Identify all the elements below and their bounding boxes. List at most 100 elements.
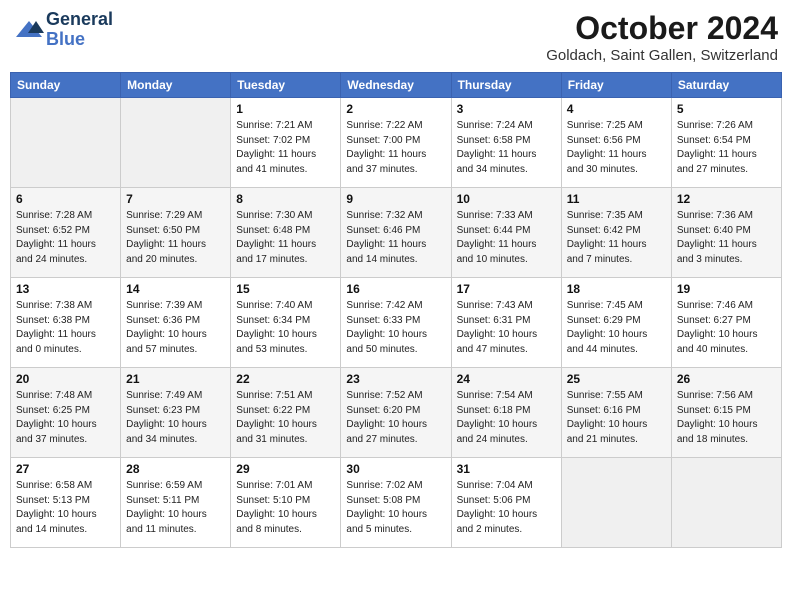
day-info: Sunrise: 7:48 AM Sunset: 6:25 PM Dayligh…: [16, 389, 115, 447]
weekday-header-thursday: Thursday: [451, 73, 561, 98]
day-number: 14: [126, 282, 225, 296]
day-number: 13: [16, 282, 115, 296]
calendar-cell: [561, 458, 671, 548]
day-info: Sunrise: 7:30 AM Sunset: 6:48 PM Dayligh…: [236, 209, 335, 267]
calendar-cell: [121, 98, 231, 188]
day-number: 3: [457, 102, 556, 116]
weekday-header-friday: Friday: [561, 73, 671, 98]
weekday-header-sunday: Sunday: [11, 73, 121, 98]
day-number: 7: [126, 192, 225, 206]
day-info: Sunrise: 7:32 AM Sunset: 6:46 PM Dayligh…: [346, 209, 445, 267]
calendar-week-row: 20 Sunrise: 7:48 AM Sunset: 6:25 PM Dayli…: [11, 368, 782, 458]
day-info: Sunrise: 7:51 AM Sunset: 6:22 PM Dayligh…: [236, 389, 335, 447]
calendar-week-row: 27 Sunrise: 6:58 AM Sunset: 5:13 PM Dayli…: [11, 458, 782, 548]
day-info: Sunrise: 7:39 AM Sunset: 6:36 PM Dayligh…: [126, 299, 225, 357]
day-info: Sunrise: 6:58 AM Sunset: 5:13 PM Dayligh…: [16, 479, 115, 537]
day-number: 11: [567, 192, 666, 206]
day-info: Sunrise: 7:56 AM Sunset: 6:15 PM Dayligh…: [677, 389, 776, 447]
day-info: Sunrise: 7:04 AM Sunset: 5:06 PM Dayligh…: [457, 479, 556, 537]
calendar-week-row: 13 Sunrise: 7:38 AM Sunset: 6:38 PM Dayli…: [11, 278, 782, 368]
day-number: 19: [677, 282, 776, 296]
calendar-cell: 19Sunrise: 7:46 AM Sunset: 6:27 PM Dayli…: [671, 278, 781, 368]
day-number: 22: [236, 372, 335, 386]
day-info: Sunrise: 7:36 AM Sunset: 6:40 PM Dayligh…: [677, 209, 776, 267]
day-number: 8: [236, 192, 335, 206]
day-number: 20: [16, 372, 115, 386]
day-info: Sunrise: 7:21 AM Sunset: 7:02 PM Dayligh…: [236, 119, 335, 177]
weekday-header-wednesday: Wednesday: [341, 73, 451, 98]
calendar-cell: [671, 458, 781, 548]
day-info: Sunrise: 7:24 AM Sunset: 6:58 PM Dayligh…: [457, 119, 556, 177]
calendar-cell: 16Sunrise: 7:42 AM Sunset: 6:33 PM Dayli…: [341, 278, 451, 368]
calendar-table: SundayMondayTuesdayWednesdayThursdayFrid…: [10, 72, 782, 548]
calendar-cell: 9 Sunrise: 7:32 AM Sunset: 6:46 PM Daylig…: [341, 188, 451, 278]
calendar-cell: 10 Sunrise: 7:33 AM Sunset: 6:44 PM Dayli…: [451, 188, 561, 278]
calendar-cell: 13 Sunrise: 7:38 AM Sunset: 6:38 PM Dayli…: [11, 278, 121, 368]
calendar-cell: 1 Sunrise: 7:21 AM Sunset: 7:02 PM Daylig…: [231, 98, 341, 188]
day-number: 29: [236, 462, 335, 476]
day-info: Sunrise: 7:01 AM Sunset: 5:10 PM Dayligh…: [236, 479, 335, 537]
day-number: 31: [457, 462, 556, 476]
calendar-cell: 15 Sunrise: 7:40 AM Sunset: 6:34 PM Dayli…: [231, 278, 341, 368]
day-info: Sunrise: 7:26 AM Sunset: 6:54 PM Dayligh…: [677, 119, 776, 177]
day-info: Sunrise: 7:29 AM Sunset: 6:50 PM Dayligh…: [126, 209, 225, 267]
day-info: Sunrise: 7:22 AM Sunset: 7:00 PM Dayligh…: [346, 119, 445, 177]
day-number: 27: [16, 462, 115, 476]
calendar-cell: 31 Sunrise: 7:04 AM Sunset: 5:06 PM Dayli…: [451, 458, 561, 548]
weekday-header-tuesday: Tuesday: [231, 73, 341, 98]
calendar-cell: 25 Sunrise: 7:55 AM Sunset: 6:16 PM Dayli…: [561, 368, 671, 458]
day-info: Sunrise: 7:33 AM Sunset: 6:44 PM Dayligh…: [457, 209, 556, 267]
logo: General Blue: [14, 10, 113, 50]
calendar-cell: 6 Sunrise: 7:28 AM Sunset: 6:52 PM Daylig…: [11, 188, 121, 278]
calendar-cell: 11Sunrise: 7:35 AM Sunset: 6:42 PM Dayli…: [561, 188, 671, 278]
calendar-cell: 28Sunrise: 6:59 AM Sunset: 5:11 PM Dayli…: [121, 458, 231, 548]
page-header: General Blue October 2024 Goldach, Saint…: [10, 10, 782, 64]
logo-line1: General: [46, 10, 113, 30]
day-number: 25: [567, 372, 666, 386]
calendar-cell: 2 Sunrise: 7:22 AM Sunset: 7:00 PM Daylig…: [341, 98, 451, 188]
calendar-cell: 24 Sunrise: 7:54 AM Sunset: 6:18 PM Dayli…: [451, 368, 561, 458]
day-info: Sunrise: 7:28 AM Sunset: 6:52 PM Dayligh…: [16, 209, 115, 267]
calendar-cell: 29 Sunrise: 7:01 AM Sunset: 5:10 PM Dayli…: [231, 458, 341, 548]
calendar-body: 1 Sunrise: 7:21 AM Sunset: 7:02 PM Daylig…: [11, 98, 782, 548]
logo-line2: Blue: [46, 30, 113, 50]
day-number: 24: [457, 372, 556, 386]
calendar-cell: 14 Sunrise: 7:39 AM Sunset: 6:36 PM Dayli…: [121, 278, 231, 368]
calendar-cell: 20 Sunrise: 7:48 AM Sunset: 6:25 PM Dayli…: [11, 368, 121, 458]
calendar-week-row: 6 Sunrise: 7:28 AM Sunset: 6:52 PM Daylig…: [11, 188, 782, 278]
day-number: 9: [346, 192, 445, 206]
calendar-cell: [11, 98, 121, 188]
calendar-cell: 26 Sunrise: 7:56 AM Sunset: 6:15 PM Dayli…: [671, 368, 781, 458]
day-number: 28: [126, 462, 225, 476]
day-number: 15: [236, 282, 335, 296]
day-info: Sunrise: 7:25 AM Sunset: 6:56 PM Dayligh…: [567, 119, 666, 177]
location-title: Goldach, Saint Gallen, Switzerland: [546, 47, 778, 64]
day-number: 23: [346, 372, 445, 386]
title-block: October 2024 Goldach, Saint Gallen, Swit…: [546, 10, 778, 64]
day-info: Sunrise: 7:42 AM Sunset: 6:33 PM Dayligh…: [346, 299, 445, 357]
calendar-cell: 7 Sunrise: 7:29 AM Sunset: 6:50 PM Daylig…: [121, 188, 231, 278]
day-number: 30: [346, 462, 445, 476]
day-number: 10: [457, 192, 556, 206]
calendar-cell: 4Sunrise: 7:25 AM Sunset: 6:56 PM Daylig…: [561, 98, 671, 188]
weekday-header-row: SundayMondayTuesdayWednesdayThursdayFrid…: [11, 73, 782, 98]
day-info: Sunrise: 7:54 AM Sunset: 6:18 PM Dayligh…: [457, 389, 556, 447]
day-number: 6: [16, 192, 115, 206]
calendar-cell: 18Sunrise: 7:45 AM Sunset: 6:29 PM Dayli…: [561, 278, 671, 368]
day-info: Sunrise: 7:55 AM Sunset: 6:16 PM Dayligh…: [567, 389, 666, 447]
calendar-cell: 8 Sunrise: 7:30 AM Sunset: 6:48 PM Daylig…: [231, 188, 341, 278]
day-info: Sunrise: 7:43 AM Sunset: 6:31 PM Dayligh…: [457, 299, 556, 357]
day-number: 2: [346, 102, 445, 116]
day-info: Sunrise: 7:40 AM Sunset: 6:34 PM Dayligh…: [236, 299, 335, 357]
calendar-cell: 21Sunrise: 7:49 AM Sunset: 6:23 PM Dayli…: [121, 368, 231, 458]
day-number: 17: [457, 282, 556, 296]
day-number: 26: [677, 372, 776, 386]
day-number: 12: [677, 192, 776, 206]
day-info: Sunrise: 7:38 AM Sunset: 6:38 PM Dayligh…: [16, 299, 115, 357]
calendar-cell: 22 Sunrise: 7:51 AM Sunset: 6:22 PM Dayli…: [231, 368, 341, 458]
day-number: 21: [126, 372, 225, 386]
logo-icon: [14, 19, 44, 41]
weekday-header-saturday: Saturday: [671, 73, 781, 98]
day-number: 1: [236, 102, 335, 116]
month-title: October 2024: [546, 10, 778, 47]
